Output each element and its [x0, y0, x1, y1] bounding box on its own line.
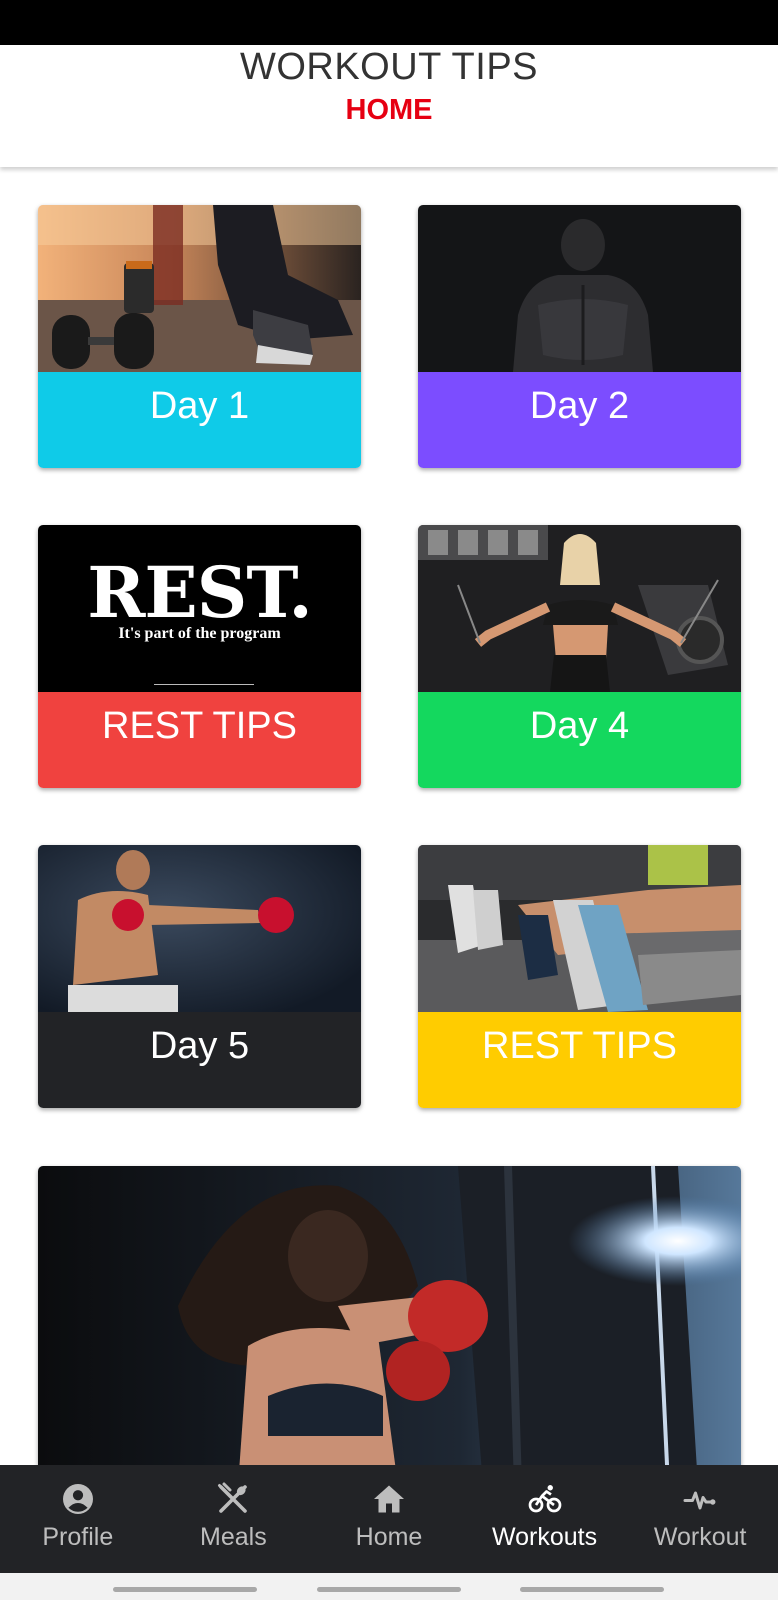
card-label-bar: Day 1 [38, 372, 361, 468]
heart-pulse-icon [683, 1491, 716, 1510]
page-subtitle: HOME [345, 94, 433, 126]
nav-label-meals: Meals [200, 1523, 267, 1551]
woman-dumbbells-image [38, 205, 361, 372]
status-bar [0, 0, 778, 45]
nav-profile[interactable]: Profile [0, 1465, 156, 1573]
gesture-pill [317, 1587, 461, 1592]
card-label-bar: REST TIPS [38, 692, 361, 788]
card-day-4[interactable]: Day 4 [418, 525, 741, 788]
gesture-pill [113, 1587, 257, 1592]
card-label-bar: Day 2 [418, 372, 741, 468]
home-icon [373, 1485, 404, 1513]
legs-sneakers-image [418, 845, 741, 1012]
gesture-pill [520, 1587, 664, 1592]
card-label-bar: Day 5 [38, 1012, 361, 1108]
card-label-bar: REST TIPS [418, 1012, 741, 1108]
fork-knife-icon [218, 1482, 248, 1513]
nav-label-profile: Profile [42, 1523, 114, 1551]
nav-label-workout: Workout [653, 1523, 747, 1551]
card-rest-tips-1[interactable]: REST. It's part of the program REST TIPS [38, 525, 361, 788]
muscular-back-image [418, 205, 741, 372]
card-label: REST TIPS [102, 705, 297, 747]
card-label: Day 5 [149, 1025, 250, 1067]
poster-divider [154, 684, 254, 685]
bicycle-icon [528, 1485, 561, 1513]
boxer-punching-image [38, 845, 361, 1012]
card-day-5[interactable]: Day 5 [38, 845, 361, 1108]
bottom-navigation: Profile Meals Home Workouts Workout [0, 1465, 778, 1573]
nav-meals[interactable]: Meals [156, 1465, 312, 1573]
rest-poster-image: REST. It's part of the program [38, 525, 361, 692]
card-label: Day 2 [529, 385, 630, 427]
card-label: Day 4 [529, 705, 630, 747]
nav-home[interactable]: Home [311, 1465, 467, 1573]
card-label: REST TIPS [482, 1025, 677, 1067]
card-rest-tips-2[interactable]: REST TIPS [418, 845, 741, 1108]
nav-workouts[interactable]: Workouts [467, 1465, 623, 1573]
card-label-bar: Day 4 [418, 692, 741, 788]
account-circle-icon [62, 1484, 93, 1514]
poster-subtitle: It's part of the program [118, 625, 281, 642]
app-header: WORKOUT TIPS HOME [0, 45, 778, 167]
card-label: Day 1 [149, 385, 250, 427]
page-title: WORKOUT TIPS [239, 46, 539, 88]
system-gesture-bar [0, 1573, 778, 1600]
nav-label-workouts: Workouts [492, 1523, 598, 1551]
card-day-2[interactable]: Day 2 [418, 205, 741, 468]
poster-title: REST. [87, 551, 313, 634]
card-day-1[interactable]: Day 1 [38, 205, 361, 468]
featured-boxing-banner[interactable] [38, 1166, 741, 1465]
nav-label-home: Home [355, 1523, 423, 1551]
woman-cable-machine-image [418, 525, 741, 692]
workout-grid[interactable]: Day 1 Day 2 REST. It's part of the progr… [0, 167, 778, 1465]
nav-workout[interactable]: Workout [622, 1465, 778, 1573]
